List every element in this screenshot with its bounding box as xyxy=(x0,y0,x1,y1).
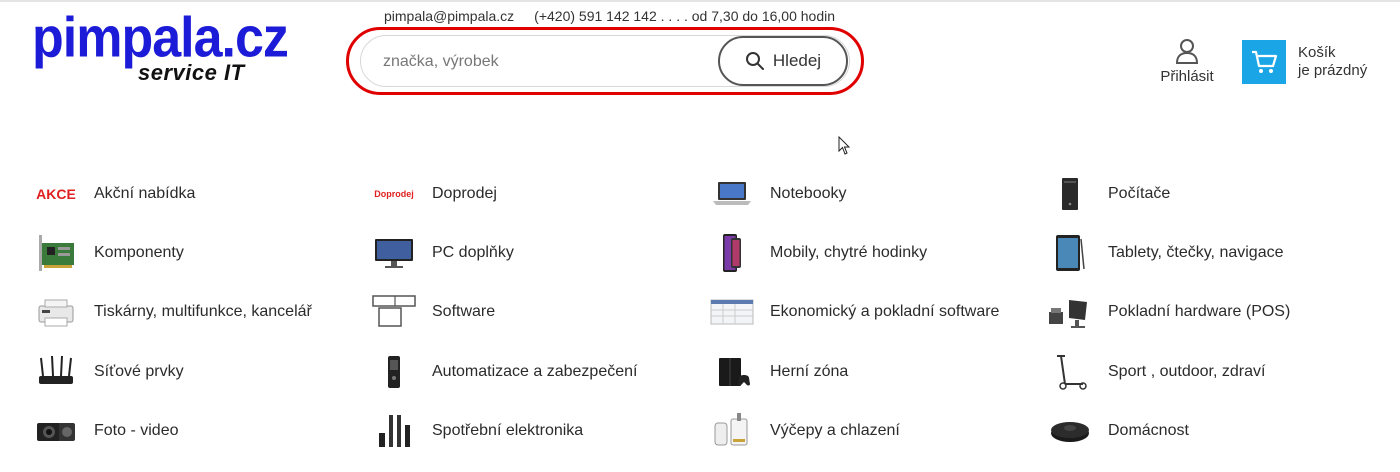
logo[interactable]: pimpala.cz service IT xyxy=(32,10,292,88)
category-label: Pokladní hardware (POS) xyxy=(1108,303,1291,320)
search-box: Hledej xyxy=(360,35,850,87)
scooter-icon xyxy=(1044,350,1096,394)
search-button-label: Hledej xyxy=(772,51,822,70)
logo-sub-text: service IT xyxy=(138,60,245,85)
contact-email[interactable]: pimpala@pimpala.cz xyxy=(384,8,514,24)
category-label: Síťové prvky xyxy=(94,363,184,380)
category-pocitace[interactable]: Počítače xyxy=(1044,164,1364,224)
cart-icon-box xyxy=(1242,40,1286,84)
monitor-icon xyxy=(368,231,420,275)
pc-tower-icon xyxy=(1044,172,1096,216)
svg-text:Doprodej: Doprodej xyxy=(374,189,414,199)
category-label: Ekonomický a pokladní software xyxy=(770,303,1000,320)
top-divider xyxy=(0,0,1400,2)
notebook-icon xyxy=(706,172,758,216)
mouse-cursor-icon xyxy=(838,136,851,155)
category-mobily-chytre-hodinky[interactable]: Mobily, chytré hodinky xyxy=(706,223,1026,283)
pcb-card-icon xyxy=(30,231,82,275)
category-vycepy-chlazeni[interactable]: Výčepy a chlazení xyxy=(706,401,1026,461)
category-akcni-nabidka[interactable]: AKCE Akční nabídka xyxy=(30,164,350,224)
doprodej-badge-icon: Doprodej xyxy=(368,172,420,216)
category-sitove-prvky[interactable]: Síťové prvky xyxy=(30,342,350,402)
category-ekonomicky-software[interactable]: Ekonomický a pokladní software xyxy=(706,282,1026,342)
akce-badge-icon: AKCE xyxy=(30,172,82,216)
game-console-icon xyxy=(706,350,758,394)
category-spotrebni-elektronika[interactable]: Spotřební elektronika xyxy=(368,401,688,461)
contact-phone-hours: (+420) 591 142 142 . . . . od 7,30 do 16… xyxy=(534,8,836,24)
security-device-icon xyxy=(368,350,420,394)
category-notebooky[interactable]: Notebooky xyxy=(706,164,1026,224)
shopping-cart-icon xyxy=(1252,50,1278,73)
router-icon xyxy=(30,350,82,394)
cart-status: je prázdný xyxy=(1298,62,1368,79)
category-label: Doprodej xyxy=(432,185,497,202)
category-label: Tablety, čtečky, navigace xyxy=(1108,244,1284,261)
login-label: Přihlásit xyxy=(1160,68,1214,85)
category-label: Tiskárny, multifunkce, kancelář xyxy=(94,303,312,320)
category-label: Automatizace a zabezpečení xyxy=(432,363,638,380)
spreadsheet-icon xyxy=(706,290,758,334)
smartphone-icon xyxy=(706,231,758,275)
category-label: Spotřební elektronika xyxy=(432,422,584,439)
category-pokladni-hardware[interactable]: Pokladní hardware (POS) xyxy=(1044,282,1364,342)
pos-terminal-icon xyxy=(1044,290,1096,334)
speakers-icon xyxy=(368,409,420,453)
category-software[interactable]: Software xyxy=(368,282,688,342)
category-foto-video[interactable]: Foto - video xyxy=(30,401,350,461)
login-link[interactable]: Přihlásit xyxy=(1152,38,1222,85)
contact-info: pimpala@pimpala.cz (+420) 591 142 142 . .… xyxy=(384,8,835,24)
svg-text:AKCE: AKCE xyxy=(36,186,76,202)
category-label: Počítače xyxy=(1108,185,1171,202)
cart-button[interactable]: Košík je prázdný xyxy=(1242,40,1367,84)
category-label: Domácnost xyxy=(1108,422,1189,439)
category-tiskarny[interactable]: Tiskárny, multifunkce, kancelář xyxy=(30,282,350,342)
search-button[interactable]: Hledej xyxy=(718,36,848,86)
software-windows-icon xyxy=(368,290,420,334)
category-automatizace-zabezpeceni[interactable]: Automatizace a zabezpečení xyxy=(368,342,688,402)
category-label: Sport , outdoor, zdraví xyxy=(1108,363,1266,380)
category-pc-doplnky[interactable]: PC doplňky xyxy=(368,223,688,283)
category-domacnost[interactable]: Domácnost xyxy=(1044,401,1364,461)
category-label: Notebooky xyxy=(770,185,847,202)
beer-tap-icon xyxy=(706,409,758,453)
category-label: Komponenty xyxy=(94,244,184,261)
tablet-icon xyxy=(1044,231,1096,275)
category-label: Mobily, chytré hodinky xyxy=(770,244,928,261)
category-doprodej[interactable]: Doprodej Doprodej xyxy=(368,164,688,224)
category-herni-zona[interactable]: Herní zóna xyxy=(706,342,1026,402)
cart-title: Košík xyxy=(1298,44,1336,61)
logo-main-text: pimpala.cz xyxy=(32,6,289,70)
search-input[interactable] xyxy=(383,50,703,74)
printer-icon xyxy=(30,290,82,334)
category-label: PC doplňky xyxy=(432,244,514,261)
category-label: Foto - video xyxy=(94,422,179,439)
category-komponenty[interactable]: Komponenty xyxy=(30,223,350,283)
robot-vacuum-icon xyxy=(1044,409,1096,453)
category-label: Software xyxy=(432,303,496,320)
category-sport-outdoor-zdravi[interactable]: Sport , outdoor, zdraví xyxy=(1044,342,1364,402)
user-icon xyxy=(1175,39,1199,64)
search-icon xyxy=(745,52,764,70)
camera-icon xyxy=(30,409,82,453)
category-label: Výčepy a chlazení xyxy=(770,422,900,439)
category-label: Herní zóna xyxy=(770,363,849,380)
category-label: Akční nabídka xyxy=(94,185,196,202)
category-tablety-ctecky-navigace[interactable]: Tablety, čtečky, navigace xyxy=(1044,223,1364,283)
